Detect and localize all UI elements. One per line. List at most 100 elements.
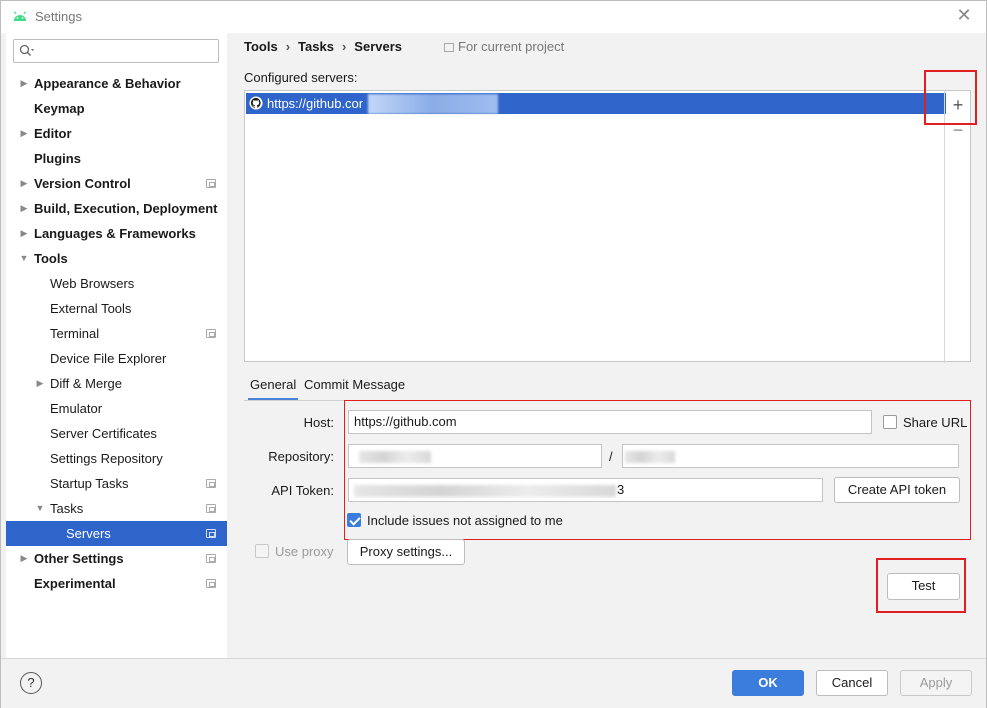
tab-commit-message[interactable]: Commit Message (304, 373, 405, 401)
title-bar: Settings ✕ (1, 1, 986, 33)
api-token-field[interactable]: 3 (348, 478, 823, 502)
sidebar-item-label: Tools (34, 251, 68, 266)
expanded-arrow-icon[interactable]: ▼ (18, 246, 30, 271)
project-scope-icon (444, 43, 454, 52)
breadcrumb-separator: › (341, 39, 347, 54)
cancel-button[interactable]: Cancel (816, 670, 888, 696)
breadcrumb-separator: › (285, 39, 291, 54)
project-scope-icon (206, 579, 216, 588)
sidebar-item-keymap[interactable]: Keymap (6, 96, 227, 121)
help-icon[interactable]: ? (20, 672, 42, 694)
project-scope-icon (206, 479, 216, 488)
sidebar-item-web-browsers[interactable]: Web Browsers (6, 271, 227, 296)
sidebar-item-device-file-explorer[interactable]: Device File Explorer (6, 346, 227, 371)
share-url-checkbox[interactable] (883, 415, 897, 429)
sidebar-item-server-certificates[interactable]: Server Certificates (6, 421, 227, 446)
github-icon (249, 96, 263, 110)
sidebar-item-startup-tasks[interactable]: Startup Tasks (6, 471, 227, 496)
host-label: Host: (303, 415, 334, 430)
sidebar-item-label: Appearance & Behavior (34, 76, 181, 91)
breadcrumb-servers: Servers (354, 39, 403, 54)
tab-general[interactable]: General (248, 373, 299, 401)
remove-server-button[interactable]: − (945, 118, 971, 142)
test-button[interactable]: Test (887, 573, 960, 600)
breadcrumb: Tools › Tasks › Servers (244, 39, 410, 54)
project-scope-icon (206, 529, 216, 538)
project-scope-icon (206, 504, 216, 513)
collapsed-arrow-icon[interactable]: ▶ (18, 71, 30, 96)
repository-owner-field[interactable] (348, 444, 602, 468)
sidebar-item-label: Version Control (34, 176, 131, 191)
dialog-footer: ? OK Cancel Apply (1, 658, 986, 708)
search-input[interactable] (13, 39, 219, 63)
sidebar-item-other-settings[interactable]: ▶ Other Settings (6, 546, 227, 571)
collapsed-arrow-icon[interactable]: ▶ (18, 121, 30, 146)
search-icon (19, 44, 34, 56)
apply-button[interactable]: Apply (900, 670, 972, 696)
sidebar-item-experimental[interactable]: Experimental (6, 571, 227, 596)
sidebar-item-tasks[interactable]: ▼ Tasks (6, 496, 227, 521)
sidebar-item-label: Keymap (34, 101, 85, 116)
include-issues-label[interactable]: Include issues not assigned to me (367, 513, 563, 528)
sidebar-item-label: Terminal (50, 326, 100, 341)
sidebar-item-label: Server Certificates (50, 426, 157, 441)
sidebar-item-plugins[interactable]: Plugins (6, 146, 227, 171)
include-issues-checkbox[interactable] (347, 513, 361, 527)
breadcrumb-tasks[interactable]: Tasks (298, 39, 334, 54)
sidebar-item-label: Servers (66, 526, 111, 541)
redacted-region (368, 94, 498, 114)
window-title: Settings (35, 9, 82, 24)
redacted-region (354, 485, 616, 497)
redacted-region (359, 451, 431, 463)
sidebar-item-terminal[interactable]: Terminal (6, 321, 227, 346)
add-server-button[interactable]: + (945, 93, 971, 117)
sidebar-item-languages-frameworks[interactable]: ▶ Languages & Frameworks (6, 221, 227, 246)
sidebar-item-label: Startup Tasks (50, 476, 129, 491)
sidebar-item-appearance-behavior[interactable]: ▶ Appearance & Behavior (6, 71, 227, 96)
collapsed-arrow-icon[interactable]: ▶ (18, 221, 30, 246)
sidebar-item-servers[interactable]: Servers (6, 521, 227, 546)
sidebar-item-tools[interactable]: ▼ Tools (6, 246, 227, 271)
server-list[interactable]: https://github.cor + − (244, 90, 971, 363)
sidebar-item-label: External Tools (50, 301, 132, 316)
close-icon[interactable]: ✕ (955, 6, 973, 24)
collapsed-arrow-icon[interactable]: ▶ (34, 371, 46, 396)
sidebar-item-emulator[interactable]: Emulator (6, 396, 227, 421)
sidebar-item-label: Experimental (34, 576, 116, 591)
collapsed-arrow-icon[interactable]: ▶ (18, 171, 30, 196)
scope-label: For current project (444, 39, 564, 54)
tab-divider (244, 400, 971, 401)
api-token-label: API Token: (271, 483, 334, 498)
settings-dialog: Settings ✕ ▶ Appearance & Behavior Keymap ▶… (0, 0, 987, 708)
server-list-item[interactable]: https://github.cor (246, 93, 946, 114)
sidebar-item-label: Device File Explorer (50, 351, 167, 366)
use-proxy-label[interactable]: Use proxy (275, 544, 334, 559)
breadcrumb-tools[interactable]: Tools (244, 39, 278, 54)
api-token-suffix: 3 (617, 482, 625, 497)
collapsed-arrow-icon[interactable]: ▶ (18, 196, 30, 221)
sidebar-item-label: Build, Execution, Deployment (34, 201, 218, 216)
ok-button[interactable]: OK (732, 670, 804, 696)
android-icon (13, 11, 27, 21)
sidebar-item-label: Editor (34, 126, 72, 141)
repository-name-field[interactable] (622, 444, 959, 468)
settings-tree: ▶ Appearance & Behavior Keymap ▶ Editor Plugi… (6, 71, 227, 596)
sidebar-item-version-control[interactable]: ▶ Version Control (6, 171, 227, 196)
sidebar-item-label: Settings Repository (50, 451, 163, 466)
sidebar-item-diff-merge[interactable]: ▶ Diff & Merge (6, 371, 227, 396)
share-url-label[interactable]: Share URL (903, 415, 967, 430)
project-scope-icon (206, 554, 216, 563)
proxy-settings-button[interactable]: Proxy settings... (347, 539, 465, 565)
collapsed-arrow-icon[interactable]: ▶ (18, 546, 30, 571)
sidebar-item-settings-repository[interactable]: Settings Repository (6, 446, 227, 471)
create-api-token-button[interactable]: Create API token (834, 477, 960, 503)
use-proxy-checkbox[interactable] (255, 544, 269, 558)
sidebar-item-build-execution-deployment[interactable]: ▶ Build, Execution, Deployment (6, 196, 227, 221)
sidebar-item-external-tools[interactable]: External Tools (6, 296, 227, 321)
sidebar-item-editor[interactable]: ▶ Editor (6, 121, 227, 146)
server-url: https://github.cor (267, 96, 364, 111)
project-scope-icon (206, 329, 216, 338)
host-field[interactable]: https://github.com (348, 410, 872, 434)
settings-sidebar: ▶ Appearance & Behavior Keymap ▶ Editor Plugi… (6, 33, 227, 658)
expanded-arrow-icon[interactable]: ▼ (34, 496, 46, 521)
